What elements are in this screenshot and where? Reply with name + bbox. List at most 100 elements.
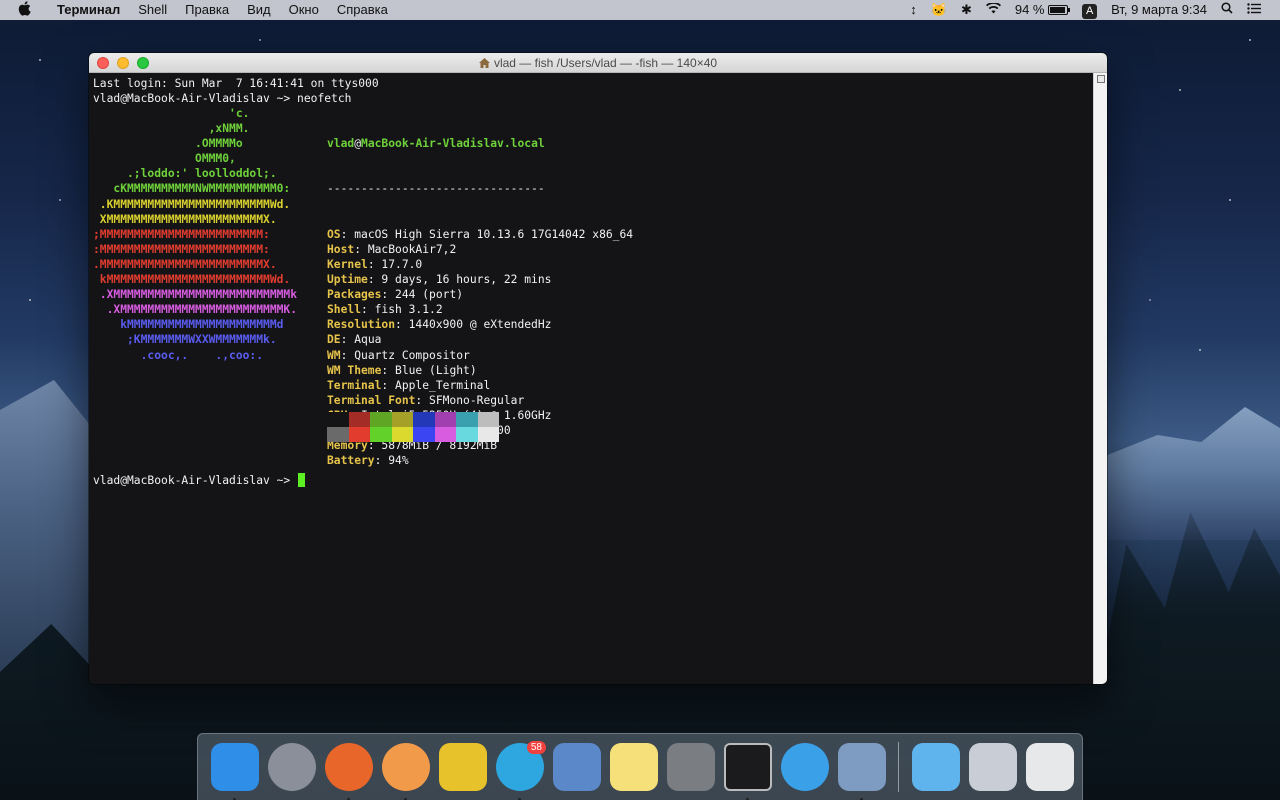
home-folder-icon <box>478 57 490 68</box>
info-row: Packages: 244 (port) <box>327 287 633 302</box>
battery-status[interactable]: 94 % <box>1008 0 1075 20</box>
dock-item-trash[interactable] <box>1021 739 1078 796</box>
terminal-content[interactable]: Last login: Sun Mar 7 16:41:41 on ttys00… <box>89 73 1093 684</box>
dock-item-mandarin[interactable] <box>377 739 434 800</box>
menu-help[interactable]: Справка <box>328 0 397 20</box>
logo-line: kMMMMMMMMMMMMMMMMMMMMMMd <box>93 318 284 332</box>
info-colon: : <box>340 348 355 362</box>
last-login-line: Last login: Sun Mar 7 16:41:41 on ttys00… <box>93 77 379 90</box>
logo-line: .MMMMMMMMMMMMMMMMMMMMMMMMX. <box>93 257 277 271</box>
launchpad-icon <box>267 743 316 791</box>
dock-item-notes[interactable] <box>605 739 662 796</box>
input-source-badge: A <box>1082 4 1098 19</box>
palette-swatch <box>434 412 456 427</box>
clock[interactable]: Вт, 9 марта 9:34 <box>1104 0 1214 20</box>
palette-swatch <box>477 427 499 442</box>
menu-bar: Терминал Shell Правка Вид Окно Справка ↕… <box>0 0 1280 20</box>
info-colon: : <box>340 333 355 347</box>
spotlight-search-icon[interactable] <box>1214 0 1240 20</box>
dock-item-app-store-bird[interactable] <box>776 739 833 796</box>
menu-shell[interactable]: Shell <box>129 0 176 20</box>
info-value: Aqua <box>354 333 382 347</box>
updown-arrow-icon[interactable]: ↕ <box>903 0 924 20</box>
scrollbar-split-icon[interactable] <box>1097 75 1105 83</box>
palette-swatch <box>456 412 478 427</box>
palette-swatch <box>477 412 499 427</box>
dock-item-terminal[interactable] <box>719 739 776 800</box>
logo-line: .OMMMMo <box>93 137 243 151</box>
scrollbar[interactable] <box>1093 73 1107 684</box>
dock-item-zx-tune[interactable] <box>434 739 491 796</box>
window-titlebar[interactable]: vlad — fish /Users/vlad — -fish — 140×40 <box>89 53 1107 73</box>
palette-swatch <box>348 427 370 442</box>
info-row: WM: Quartz Compositor <box>327 348 633 363</box>
palette-swatch <box>456 427 478 442</box>
info-key: Packages <box>327 288 382 302</box>
logo-line: cKMMMMMMMMMMNWMMMMMMMMMM0: <box>93 182 291 196</box>
menu-window[interactable]: Окно <box>280 0 328 20</box>
photos-icon <box>837 743 886 791</box>
dock-item-finder[interactable] <box>206 739 263 800</box>
palette-swatch <box>327 427 349 442</box>
info-value: macOS High Sierra 10.13.6 17G14042 x86_6… <box>354 227 634 241</box>
apple-icon[interactable] <box>0 1 48 19</box>
info-colon: : <box>395 318 409 332</box>
zx-tune-icon <box>438 743 487 791</box>
mandarin-icon <box>381 743 430 791</box>
info-value: fish 3.1.2 <box>374 303 443 317</box>
info-colon: : <box>381 378 396 392</box>
info-key: Host <box>327 242 355 256</box>
info-key: DE <box>327 333 341 347</box>
dock-item-image-capture[interactable] <box>833 739 890 800</box>
info-row: Terminal Font: SFMono-Regular <box>327 393 633 408</box>
palette-swatch <box>413 412 435 427</box>
status-area: ↕ 🐱 ✱ 94 % A Вт, 9 марта 9:34 <box>903 0 1280 20</box>
dock-item-firefox[interactable] <box>320 739 377 800</box>
dock-item-system-preferences[interactable] <box>662 739 719 796</box>
host-line: vlad@MacBook-Air-Vladislav.local <box>327 136 633 151</box>
menu-edit[interactable]: Правка <box>176 0 238 20</box>
menu-app-name[interactable]: Терминал <box>48 0 129 20</box>
input-source[interactable]: A <box>1075 0 1104 20</box>
wifi-icon[interactable] <box>979 0 1008 20</box>
dock-separator <box>898 742 899 792</box>
cat-status-icon[interactable]: 🐱 <box>924 0 954 20</box>
palette-swatch <box>391 427 413 442</box>
palette-swatch <box>348 412 370 427</box>
window-title-wrap: vlad — fish /Users/vlad — -fish — 140×40 <box>89 53 1107 73</box>
palette-swatch <box>413 427 435 442</box>
info-value: 244 (port) <box>395 288 464 302</box>
info-colon: : <box>367 257 382 271</box>
menu-view[interactable]: Вид <box>238 0 280 20</box>
info-colon: : <box>381 288 396 302</box>
dock-item-telegram[interactable]: 58 <box>491 739 548 800</box>
notes-icon <box>609 743 658 791</box>
color-palette <box>327 412 499 442</box>
finder-icon <box>210 743 259 791</box>
info-row: OS: macOS High Sierra 10.13.6 17G14042 x… <box>327 227 633 242</box>
info-value: 17.7.0 <box>381 257 423 271</box>
host-name: MacBook-Air-Vladislav.local <box>361 137 545 151</box>
info-colon: : <box>415 393 430 407</box>
dock-item-preview-mail[interactable] <box>548 739 605 796</box>
palette-swatch <box>327 412 349 427</box>
info-colon: : <box>374 454 389 468</box>
bug-status-icon[interactable]: ✱ <box>954 0 979 20</box>
palette-swatch <box>434 427 456 442</box>
dock-item-launchpad[interactable] <box>263 739 320 796</box>
info-value: MacBookAir7,2 <box>367 242 457 256</box>
info-value: Apple_Terminal <box>395 378 491 392</box>
dock-item-applications[interactable] <box>907 739 964 796</box>
dock-item-downloads[interactable] <box>964 739 1021 796</box>
info-row: WM Theme: Blue (Light) <box>327 363 633 378</box>
logo-line: kMMMMMMMMMMMMMMMMMMMMMMMMWd. <box>93 273 291 287</box>
info-row: Resolution: 1440x900 @ eXtendedHz <box>327 317 633 332</box>
battery-percent: 94 % <box>1014 2 1045 17</box>
prompt-line: vlad@MacBook-Air-Vladislav ~> <box>93 473 306 488</box>
host-at: @ <box>354 137 362 151</box>
prompt: vlad@MacBook-Air-Vladislav ~> <box>93 474 298 487</box>
info-key: OS <box>327 227 341 241</box>
info-key: Resolution <box>327 318 396 332</box>
notification-center-icon[interactable] <box>1240 0 1268 20</box>
logo-line: .;loddo:' loolloddol;. <box>93 167 277 181</box>
